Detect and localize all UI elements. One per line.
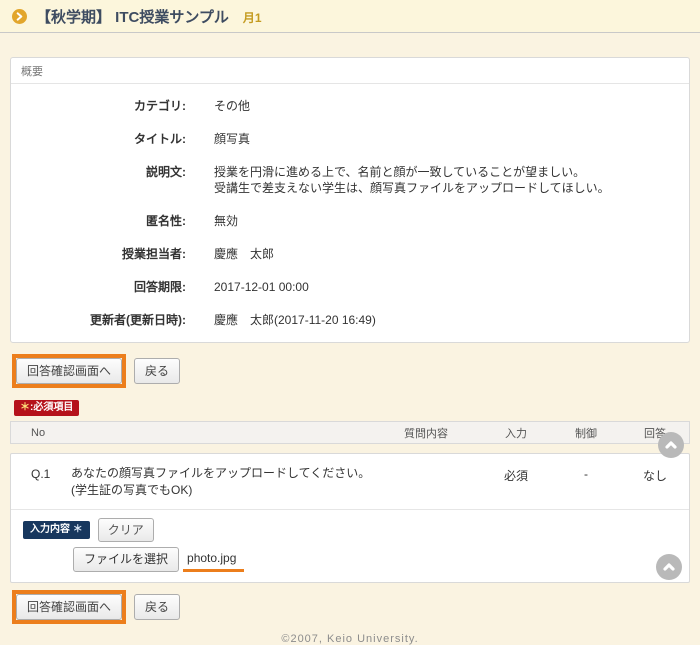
top-action-row: 回答確認画面へ 戻る: [12, 354, 690, 388]
field-row-updated: 更新者(更新日時): 慶應 太郎(2017-11-20 16:49): [11, 312, 689, 328]
main-content: 概要 カテゴリ: その他 タイトル: 顔写真 説明文: 授業を円滑に進める上で、…: [0, 33, 700, 645]
question-table-header: No 質問内容 入力 制御 回答: [10, 421, 690, 444]
input-badge-star: ＊: [73, 524, 83, 535]
file-upload-row: ファイルを選択 photo.jpg: [73, 547, 677, 572]
course-header-band: 【秋学期】 ITC授業サンプル 月1: [0, 0, 700, 33]
field-value: 2017-12-01 00:00: [214, 279, 309, 295]
required-note-badge: ＊:必須項目: [14, 400, 79, 416]
field-label: 授業担当者:: [11, 246, 186, 262]
field-row-instructor: 授業担当者: 慶應 太郎: [11, 246, 689, 262]
field-label: 回答期限:: [11, 279, 186, 295]
question-row: Q.1 あなたの顔写真ファイルをアップロードしてください。 (学生証の写真でもO…: [11, 454, 689, 509]
field-label: タイトル:: [11, 131, 186, 147]
chevron-right-circle-icon: [12, 9, 27, 24]
question-line-2: (学生証の写真でもOK): [71, 482, 481, 499]
description-line-1: 授業を円滑に進める上で、名前と顔が一致していることが望ましい。: [214, 164, 610, 180]
question-content: あなたの顔写真ファイルをアップロードしてください。 (学生証の写真でもOK): [71, 465, 481, 499]
column-header-content: 質問内容: [71, 425, 481, 441]
required-text: :必須項目: [30, 402, 73, 413]
scroll-to-top-button[interactable]: [656, 554, 682, 580]
field-label: 匿名性:: [11, 213, 186, 229]
field-row-anonymity: 匿名性: 無効: [11, 213, 689, 229]
selected-file-name: photo.jpg: [183, 550, 244, 572]
field-label: 説明文:: [11, 164, 186, 196]
field-row-category: カテゴリ: その他: [11, 98, 689, 114]
column-header-no: No: [11, 427, 71, 439]
question-number: Q.1: [11, 465, 71, 499]
question-input-type: 必須: [481, 465, 551, 499]
question-answer-status: なし: [621, 465, 689, 499]
required-star: ＊: [20, 402, 30, 413]
overview-panel: 概要 カテゴリ: その他 タイトル: 顔写真 説明文: 授業を円滑に進める上で、…: [10, 57, 690, 343]
confirm-answer-button[interactable]: 回答確認画面へ: [16, 358, 122, 384]
input-badge-row: 入力内容 ＊ クリア: [23, 518, 677, 542]
annotation-highlight-box: 回答確認画面へ: [12, 354, 126, 388]
field-value: 授業を円滑に進める上で、名前と顔が一致していることが望ましい。 受講生で差支えな…: [214, 164, 610, 196]
question-table-body: Q.1 あなたの顔写真ファイルをアップロードしてください。 (学生証の写真でもO…: [10, 453, 690, 583]
course-title: 【秋学期】 ITC授業サンプル: [36, 6, 229, 27]
question-line-1: あなたの顔写真ファイルをアップロードしてください。: [71, 465, 481, 482]
course-period-badge: 月1: [243, 7, 262, 26]
overview-panel-body: カテゴリ: その他 タイトル: 顔写真 説明文: 授業を円滑に進める上で、名前と…: [11, 84, 689, 342]
field-row-description: 説明文: 授業を円滑に進める上で、名前と顔が一致していることが望ましい。 受講生…: [11, 164, 689, 196]
footer-copyright: ©2007, Keio University.: [10, 633, 690, 645]
column-header-control: 制御: [551, 425, 621, 441]
chevron-up-icon: [664, 438, 678, 452]
clear-button[interactable]: クリア: [98, 518, 154, 542]
field-value: その他: [214, 98, 250, 114]
scroll-to-top-button[interactable]: [658, 432, 684, 458]
back-button[interactable]: 戻る: [134, 358, 180, 384]
file-select-button[interactable]: ファイルを選択: [73, 547, 179, 572]
back-button[interactable]: 戻る: [134, 594, 180, 620]
field-value: 慶應 太郎(2017-11-20 16:49): [214, 312, 376, 328]
column-header-input: 入力: [481, 425, 551, 441]
input-badge-label: 入力内容: [30, 524, 70, 535]
answer-input-section: 入力内容 ＊ クリア ファイルを選択 photo.jpg: [11, 509, 689, 582]
confirm-answer-button[interactable]: 回答確認画面へ: [16, 594, 122, 620]
field-value: 無効: [214, 213, 238, 229]
overview-panel-title: 概要: [11, 58, 689, 84]
field-label: 更新者(更新日時):: [11, 312, 186, 328]
field-row-deadline: 回答期限: 2017-12-01 00:00: [11, 279, 689, 295]
field-row-title: タイトル: 顔写真: [11, 131, 689, 147]
field-label: カテゴリ:: [11, 98, 186, 114]
description-line-2: 受講生で差支えない学生は、顔写真ファイルをアップロードしてほしい。: [214, 180, 610, 196]
field-value: 慶應 太郎: [214, 246, 274, 262]
field-value: 顔写真: [214, 131, 250, 147]
question-control: -: [551, 465, 621, 499]
input-content-badge: 入力内容 ＊: [23, 521, 90, 539]
chevron-up-icon: [662, 560, 676, 574]
annotation-highlight-box: 回答確認画面へ: [12, 590, 126, 624]
bottom-action-row: 回答確認画面へ 戻る: [12, 590, 690, 624]
